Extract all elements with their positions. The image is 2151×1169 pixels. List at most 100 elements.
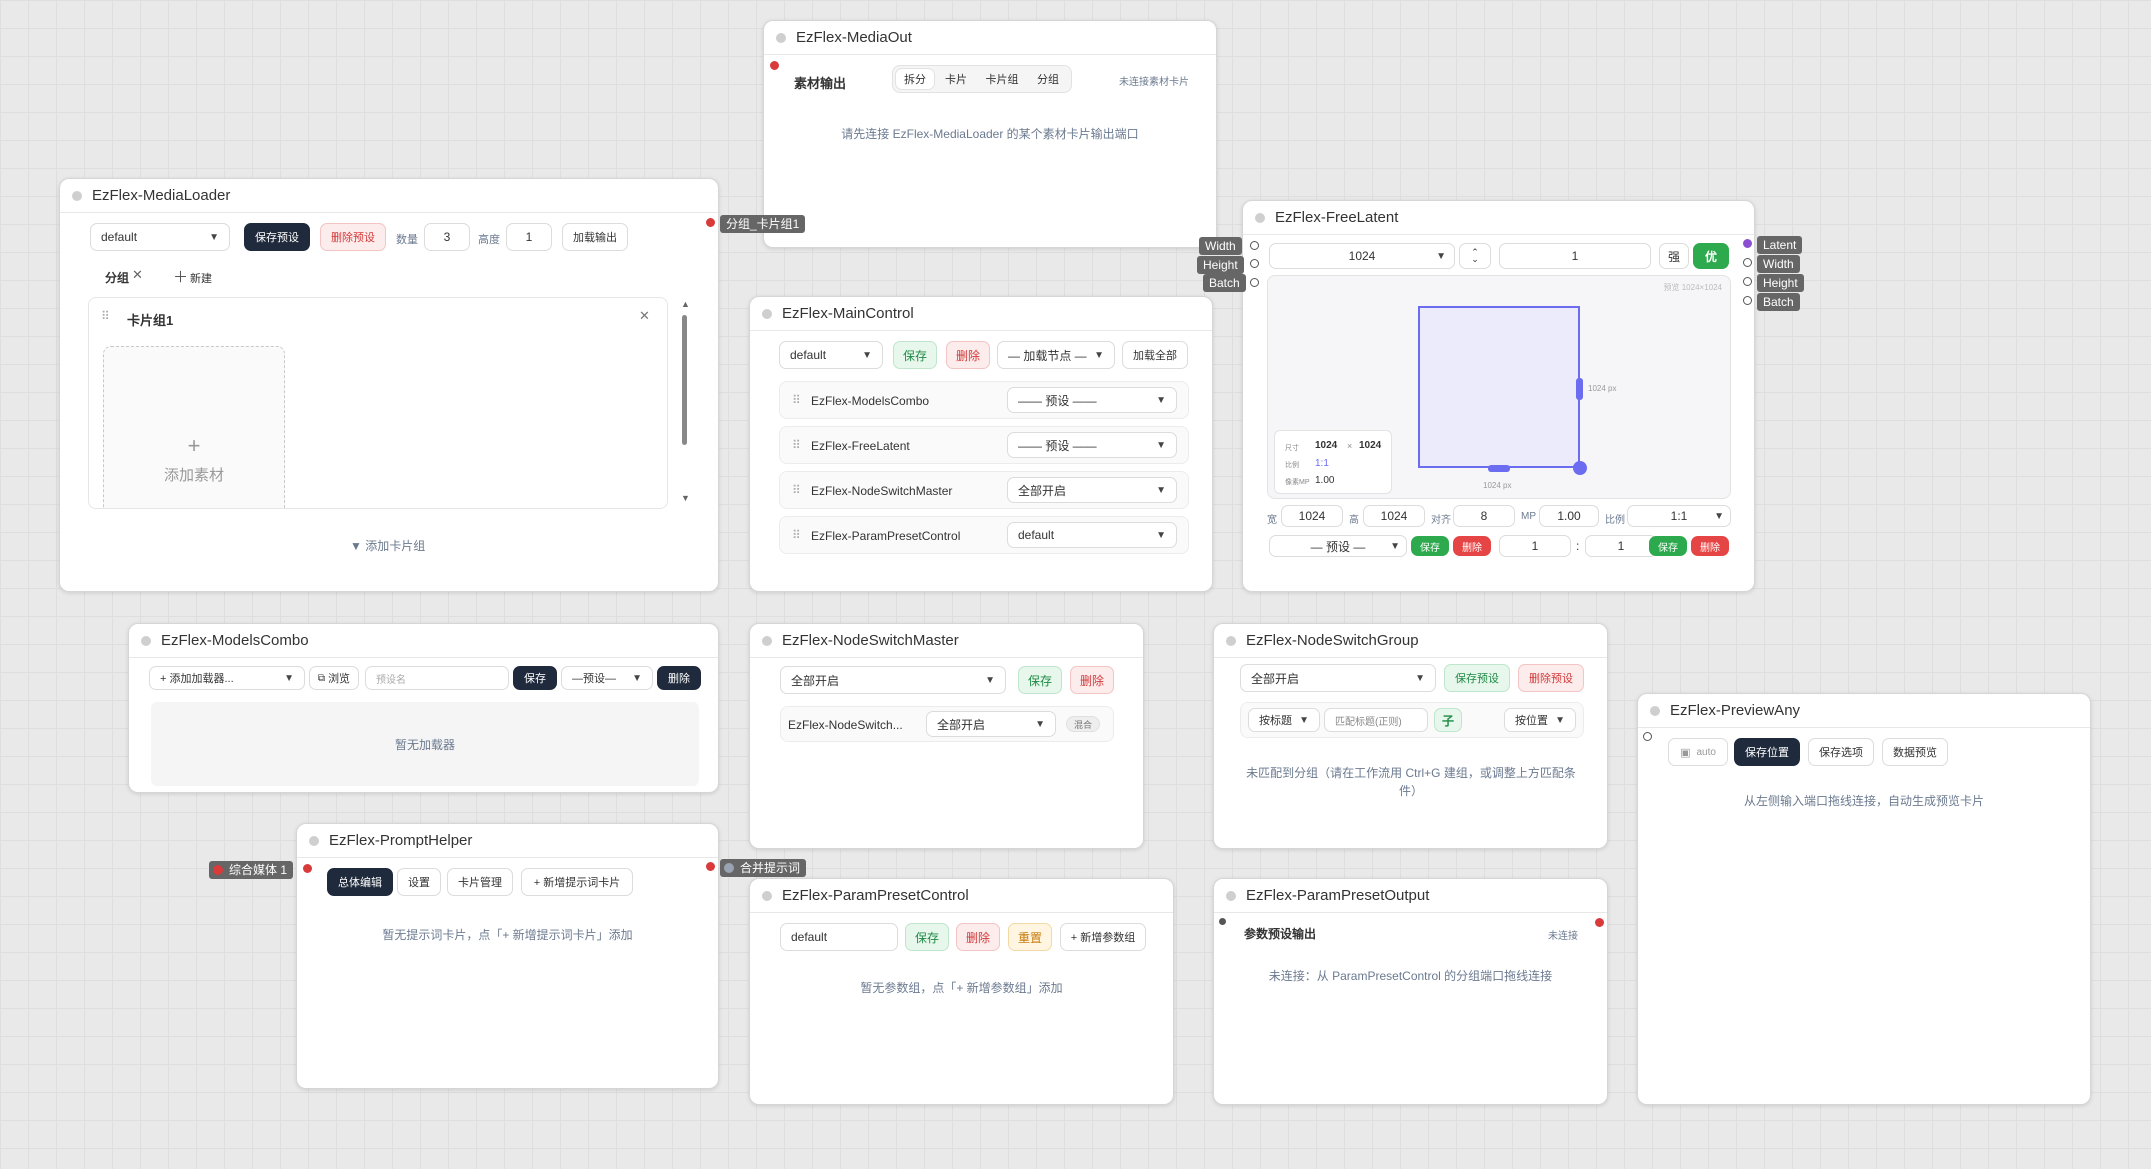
sub-toggle[interactable]: 子 — [1434, 708, 1462, 732]
save-button[interactable]: 保存 — [893, 341, 937, 369]
data-preview-button[interactable]: 数据预览 — [1882, 738, 1948, 766]
align-input[interactable]: 8 — [1453, 505, 1515, 527]
delete-button[interactable]: 删除 — [946, 341, 990, 369]
delete-ratio-button[interactable]: 删除 — [1691, 536, 1729, 556]
delete-preset-button[interactable]: 删除预设 — [1518, 664, 1584, 692]
collapse-dot-icon[interactable] — [72, 190, 82, 201]
browse-button[interactable]: ⧉ 浏览 — [309, 666, 359, 690]
node-header[interactable]: EzFlex-PreviewAny — [1638, 694, 2090, 728]
scrollbar-thumb[interactable] — [682, 315, 687, 445]
new-group-button[interactable]: 新建 — [190, 270, 212, 286]
group-tab[interactable]: 分组 — [105, 269, 129, 286]
output-port[interactable] — [706, 218, 715, 227]
stepper-down-icon[interactable]: ⌄ — [1471, 255, 1479, 264]
ratio-a-input[interactable]: 1 — [1499, 535, 1571, 557]
close-icon[interactable]: ✕ — [132, 267, 143, 283]
node-header[interactable]: EzFlex-MediaOut — [764, 21, 1216, 55]
scroll-down-icon[interactable]: ▼ — [681, 493, 690, 503]
collapse-dot-icon[interactable] — [1650, 705, 1660, 716]
save-preset-button[interactable]: 保存预设 — [244, 223, 310, 251]
right-resize-handle[interactable] — [1576, 378, 1583, 400]
preset-select[interactable]: —预设— ▼ — [561, 666, 653, 690]
count-input[interactable]: 3 — [424, 223, 470, 251]
output-port-latent[interactable] — [1743, 239, 1752, 248]
node-header[interactable]: EzFlex-NodeSwitchMaster — [750, 624, 1143, 658]
collapse-dot-icon[interactable] — [141, 635, 151, 646]
delete-button[interactable]: 删除 — [1070, 666, 1114, 694]
collapse-dot-icon[interactable] — [1226, 890, 1236, 901]
tab-card-management[interactable]: 卡片管理 — [447, 868, 513, 896]
tab-settings[interactable]: 设置 — [397, 868, 441, 896]
auto-save-toggle[interactable]: ▣ auto — [1668, 738, 1728, 766]
save-options-button[interactable]: 保存选项 — [1808, 738, 1874, 766]
delete-preset-button[interactable]: 删除预设 — [320, 223, 386, 251]
scroll-up-icon[interactable]: ▲ — [681, 299, 690, 309]
latent-preview-canvas[interactable]: 预览 1024×1024 1024 px 1024 px 尺寸 1024 × 1… — [1267, 275, 1731, 499]
load-node-select[interactable]: — 加载节点 — ▼ — [997, 341, 1115, 369]
row-preset-select[interactable]: —— 预设 —— ▼ — [1007, 387, 1177, 413]
collapse-dot-icon[interactable] — [1255, 212, 1265, 223]
input-port-height[interactable] — [1250, 259, 1259, 268]
node-header[interactable]: EzFlex-NodeSwitchGroup — [1214, 624, 1607, 658]
row-preset-select[interactable]: 全部开启 ▼ — [1007, 477, 1177, 503]
delete-button[interactable]: 删除 — [1453, 536, 1491, 556]
by-title-select[interactable]: 按标题 ▼ — [1248, 708, 1320, 732]
drag-handle-icon[interactable]: ⠿ — [792, 528, 801, 542]
stepper-button[interactable]: ⌃ ⌄ — [1459, 243, 1491, 269]
drag-handle-icon[interactable]: ⠿ — [792, 483, 801, 497]
node-header[interactable]: EzFlex-ParamPresetOutput — [1214, 879, 1607, 913]
output-port[interactable] — [1595, 918, 1604, 927]
tab-group[interactable]: 分组 — [1028, 68, 1068, 90]
collapse-dot-icon[interactable] — [1226, 635, 1236, 646]
save-position-button[interactable]: 保存位置 — [1734, 738, 1800, 766]
close-icon[interactable]: ✕ — [639, 308, 650, 324]
add-material-card[interactable]: + 添加素材 — [103, 346, 285, 508]
node-header[interactable]: EzFlex-MainControl — [750, 297, 1212, 331]
delete-button[interactable]: 删除 — [657, 666, 701, 690]
output-port-batch[interactable] — [1743, 296, 1752, 305]
collapse-dot-icon[interactable] — [309, 835, 319, 846]
preset-select[interactable]: default ▼ — [90, 223, 230, 251]
ratio-select[interactable]: 1:1 ▼ — [1627, 505, 1731, 527]
node-header[interactable]: EzFlex-ModelsCombo — [129, 624, 718, 658]
save-button[interactable]: 保存 — [905, 923, 949, 951]
preset-name-input[interactable]: 预设名 — [365, 666, 509, 690]
save-button[interactable]: 保存 — [1411, 536, 1449, 556]
by-position-select[interactable]: 按位置 ▼ — [1504, 708, 1576, 732]
input-port-width[interactable] — [1250, 241, 1259, 250]
collapse-dot-icon[interactable] — [762, 635, 772, 646]
node-header[interactable]: EzFlex-MediaLoader — [60, 179, 718, 213]
collapse-dot-icon[interactable] — [762, 308, 772, 319]
node-header[interactable]: EzFlex-ParamPresetControl — [750, 879, 1173, 913]
reset-button[interactable]: 重置 — [1008, 923, 1052, 951]
add-prompt-card-button[interactable]: + 新增提示词卡片 — [521, 868, 633, 896]
h-input[interactable]: 1024 — [1363, 505, 1425, 527]
height-input[interactable]: 1 — [506, 223, 552, 251]
drag-handle-icon[interactable]: ⠿ — [792, 438, 801, 452]
node-header[interactable]: EzFlex-FreeLatent — [1243, 201, 1754, 235]
save-preset-button[interactable]: 保存预设 — [1444, 664, 1510, 692]
preset-select[interactable]: — 预设 — ▼ — [1269, 535, 1407, 557]
preset-input[interactable]: default — [780, 923, 898, 951]
collapse-dot-icon[interactable] — [762, 890, 772, 901]
mode-select[interactable]: 全部开启 ▼ — [1240, 664, 1436, 692]
save-ratio-button[interactable]: 保存 — [1649, 536, 1687, 556]
input-port[interactable] — [1219, 918, 1226, 925]
input-port[interactable] — [770, 61, 779, 70]
load-all-button[interactable]: 加载全部 — [1122, 341, 1188, 369]
latent-rect[interactable] — [1418, 306, 1580, 468]
output-port[interactable] — [706, 862, 715, 871]
row-mode-select[interactable]: 全部开启 ▼ — [926, 711, 1056, 737]
add-card-group-button[interactable]: ▼ 添加卡片组 — [350, 537, 425, 554]
width-select[interactable]: 1024 ▼ — [1269, 243, 1455, 269]
drag-handle-icon[interactable]: ⠿ — [101, 309, 110, 323]
drag-handle-icon[interactable]: ⠿ — [792, 393, 801, 407]
scrollbar[interactable]: ▲ ▼ — [680, 299, 690, 503]
w-input[interactable]: 1024 — [1281, 505, 1343, 527]
match-title-input[interactable]: 匹配标题(正则) — [1324, 708, 1428, 732]
tab-overall-edit[interactable]: 总体编辑 — [327, 868, 393, 896]
row-preset-select[interactable]: —— 预设 —— ▼ — [1007, 432, 1177, 458]
save-button[interactable]: 保存 — [513, 666, 557, 690]
strong-button[interactable]: 强 — [1659, 243, 1689, 269]
corner-resize-handle[interactable] — [1573, 461, 1587, 475]
